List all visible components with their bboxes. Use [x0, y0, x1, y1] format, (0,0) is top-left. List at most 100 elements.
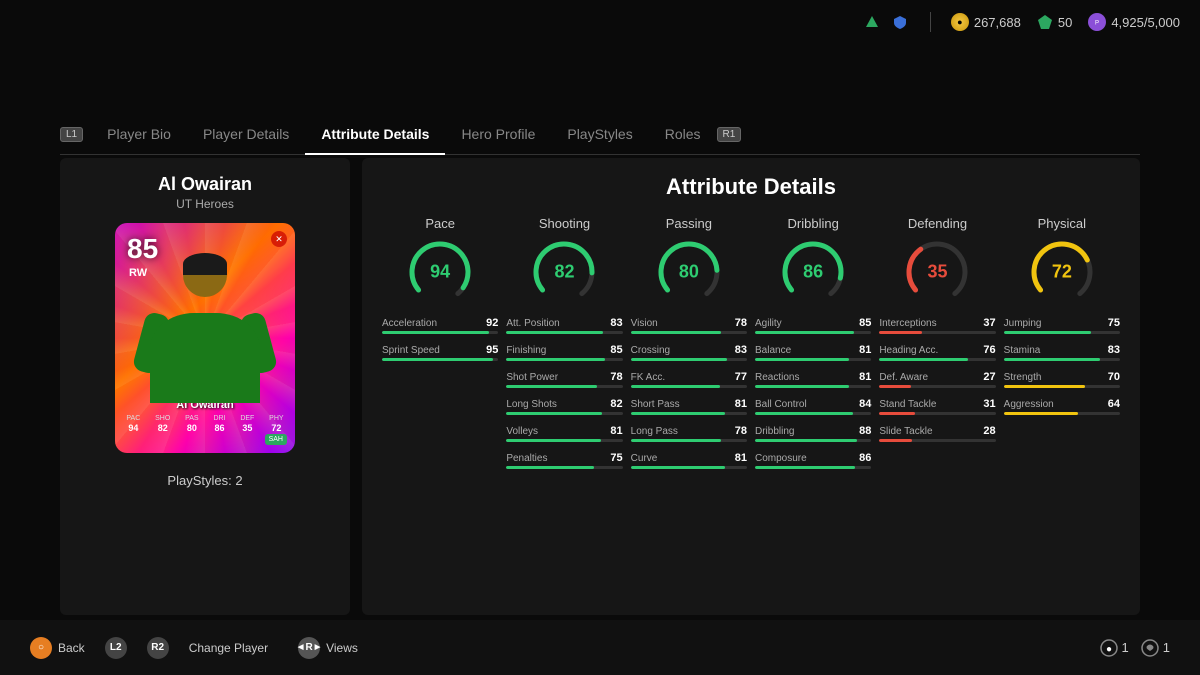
attr-value: 76 [983, 344, 995, 356]
attr-bar-fill [1004, 412, 1078, 415]
counter2-icon [1141, 639, 1159, 657]
attr-name: Dribbling [755, 426, 794, 437]
attr-rows-dribbling: Agility85Balance81Reactions81Ball Contro… [755, 317, 871, 469]
attr-value: 84 [859, 398, 871, 410]
r-icon: ◄R► [298, 637, 320, 659]
tab-hero-profile[interactable]: Hero Profile [445, 120, 551, 148]
attr-bar-fill [631, 466, 725, 469]
attr-rows-pace: Acceleration 92 Sprint Speed95 [382, 317, 498, 361]
attr-row: Reactions81 [755, 371, 871, 388]
attr-bar-fill [382, 358, 493, 361]
attr-value: 85 [610, 344, 622, 356]
l2-badge: L2 [105, 637, 127, 659]
attr-row: Vision78 [631, 317, 747, 334]
attr-value: 37 [983, 317, 995, 329]
attr-name: Long Shots [506, 399, 557, 410]
attr-name: Composure [755, 453, 807, 464]
top-bar: ● 267,688 50 P 4,925/5,000 [842, 0, 1200, 44]
attr-name: Strength [1004, 372, 1042, 383]
attr-bar-fill [631, 439, 722, 442]
attr-col-dribbling: Dribbling 86 Agility85Balance81Reactions… [755, 216, 871, 469]
attr-bar-fill [1004, 385, 1085, 388]
attr-row: Long Pass78 [631, 425, 747, 442]
attr-value: 83 [1108, 344, 1120, 356]
attr-bar-fill [631, 331, 722, 334]
attr-name: Def. Aware [879, 372, 928, 383]
tab-playstyles[interactable]: PlayStyles [551, 120, 648, 148]
gauge-defending: 35 [902, 237, 972, 307]
attr-name: Volleys [506, 426, 538, 437]
coin-icon: ● [951, 13, 969, 31]
tab-attribute-details[interactable]: Attribute Details [305, 120, 445, 148]
attr-value: 83 [735, 344, 747, 356]
attr-row: FK Acc. 77 [631, 371, 747, 388]
attr-value: 81 [859, 344, 871, 356]
shield-icon [890, 12, 910, 32]
attr-bar-fill [1004, 331, 1091, 334]
attr-name: Att. Position [506, 318, 559, 329]
attr-value: 77 [735, 371, 747, 383]
gauge-passing: 80 [654, 237, 724, 307]
svg-text:●: ● [1106, 644, 1112, 655]
attr-row: Volleys 81 [506, 425, 622, 442]
nav-tabs: L1 Player Bio Player Details Attribute D… [60, 120, 1140, 155]
attr-row: Shot Power78 [506, 371, 622, 388]
main-content: Al Owairan UT Heroes 85 RW ✕ [60, 158, 1140, 615]
attr-value: 64 [1108, 398, 1120, 410]
attr-value: 75 [1108, 317, 1120, 329]
attr-row: Jumping75 [1004, 317, 1120, 334]
attr-row: Interceptions37 [879, 317, 995, 334]
player-subtitle: UT Heroes [176, 197, 234, 211]
attr-value: 81 [610, 425, 622, 437]
attr-bar-fill [879, 439, 912, 442]
attr-name: Agility [755, 318, 782, 329]
tab-badge-r1: R1 [717, 127, 742, 142]
card-hero-badge: SAH [265, 434, 287, 445]
attr-row: Sprint Speed95 [382, 344, 498, 361]
back-button[interactable]: ○ Back [30, 637, 85, 659]
tab-badge-l1: L1 [60, 127, 83, 142]
tab-roles[interactable]: Roles [649, 120, 717, 148]
attr-name: Crossing [631, 345, 670, 356]
attr-name: FK Acc. [631, 372, 665, 383]
attr-bar-fill [879, 412, 915, 415]
attr-value: 82 [610, 398, 622, 410]
attr-row: Att. Position83 [506, 317, 622, 334]
attr-bar-fill [879, 385, 910, 388]
attr-rows-passing: Vision78 Crossing 83 FK Acc. 77 Short Pass81 L… [631, 317, 747, 469]
gauge-shooting: 82 [529, 237, 599, 307]
attr-name: Heading Acc. [879, 345, 938, 356]
attr-name: Curve [631, 453, 658, 464]
attr-col-physical: Physical 72 Jumping75Stamina83Strength70… [1004, 216, 1120, 469]
attr-value: 31 [983, 398, 995, 410]
player-name: Al Owairan [158, 174, 252, 195]
attr-row: Heading Acc. 76 [879, 344, 995, 361]
attributes-grid: Pace 94 Acceleration92Sprint Speed95Shoo… [382, 216, 1120, 469]
attr-value: 92 [486, 317, 498, 329]
playstyles-label: PlayStyles: 2 [167, 473, 242, 488]
tab-player-bio[interactable]: Player Bio [91, 120, 187, 148]
player-card: 85 RW ✕ Al Owairan PAC94 SHO [115, 223, 295, 453]
attr-name: Shot Power [506, 372, 558, 383]
views-button[interactable]: ◄R► Views [298, 637, 358, 659]
attr-row: Penalties75 [506, 452, 622, 469]
points-display: P 4,925/5,000 [1088, 13, 1180, 31]
attr-rows-shooting: Att. Position83Finishing85Shot Power78Lo… [506, 317, 622, 469]
bottom-left: ○ Back L2 R2 Change Player ◄R► Views [30, 637, 358, 659]
attr-bar-fill [506, 439, 600, 442]
coins-display: ● 267,688 [951, 13, 1021, 31]
gems-display: 50 [1037, 14, 1072, 30]
attr-col-passing: Passing 80 Vision78Crossing83FK Acc.77Sh… [631, 216, 747, 469]
r2-icon: R2 [147, 637, 169, 659]
attr-row: Crossing 83 [631, 344, 747, 361]
attr-bar-fill [755, 331, 854, 334]
attr-value: 81 [859, 371, 871, 383]
attr-row: Short Pass81 [631, 398, 747, 415]
attr-name: Aggression [1004, 399, 1054, 410]
attr-name: Acceleration [382, 318, 437, 329]
counter-2: 1 [1141, 639, 1170, 657]
attr-col-shooting: Shooting 82 Att. Position83Finishing85Sh… [506, 216, 622, 469]
attr-value: 95 [486, 344, 498, 356]
tab-player-details[interactable]: Player Details [187, 120, 305, 148]
gem-icon [1037, 14, 1053, 30]
